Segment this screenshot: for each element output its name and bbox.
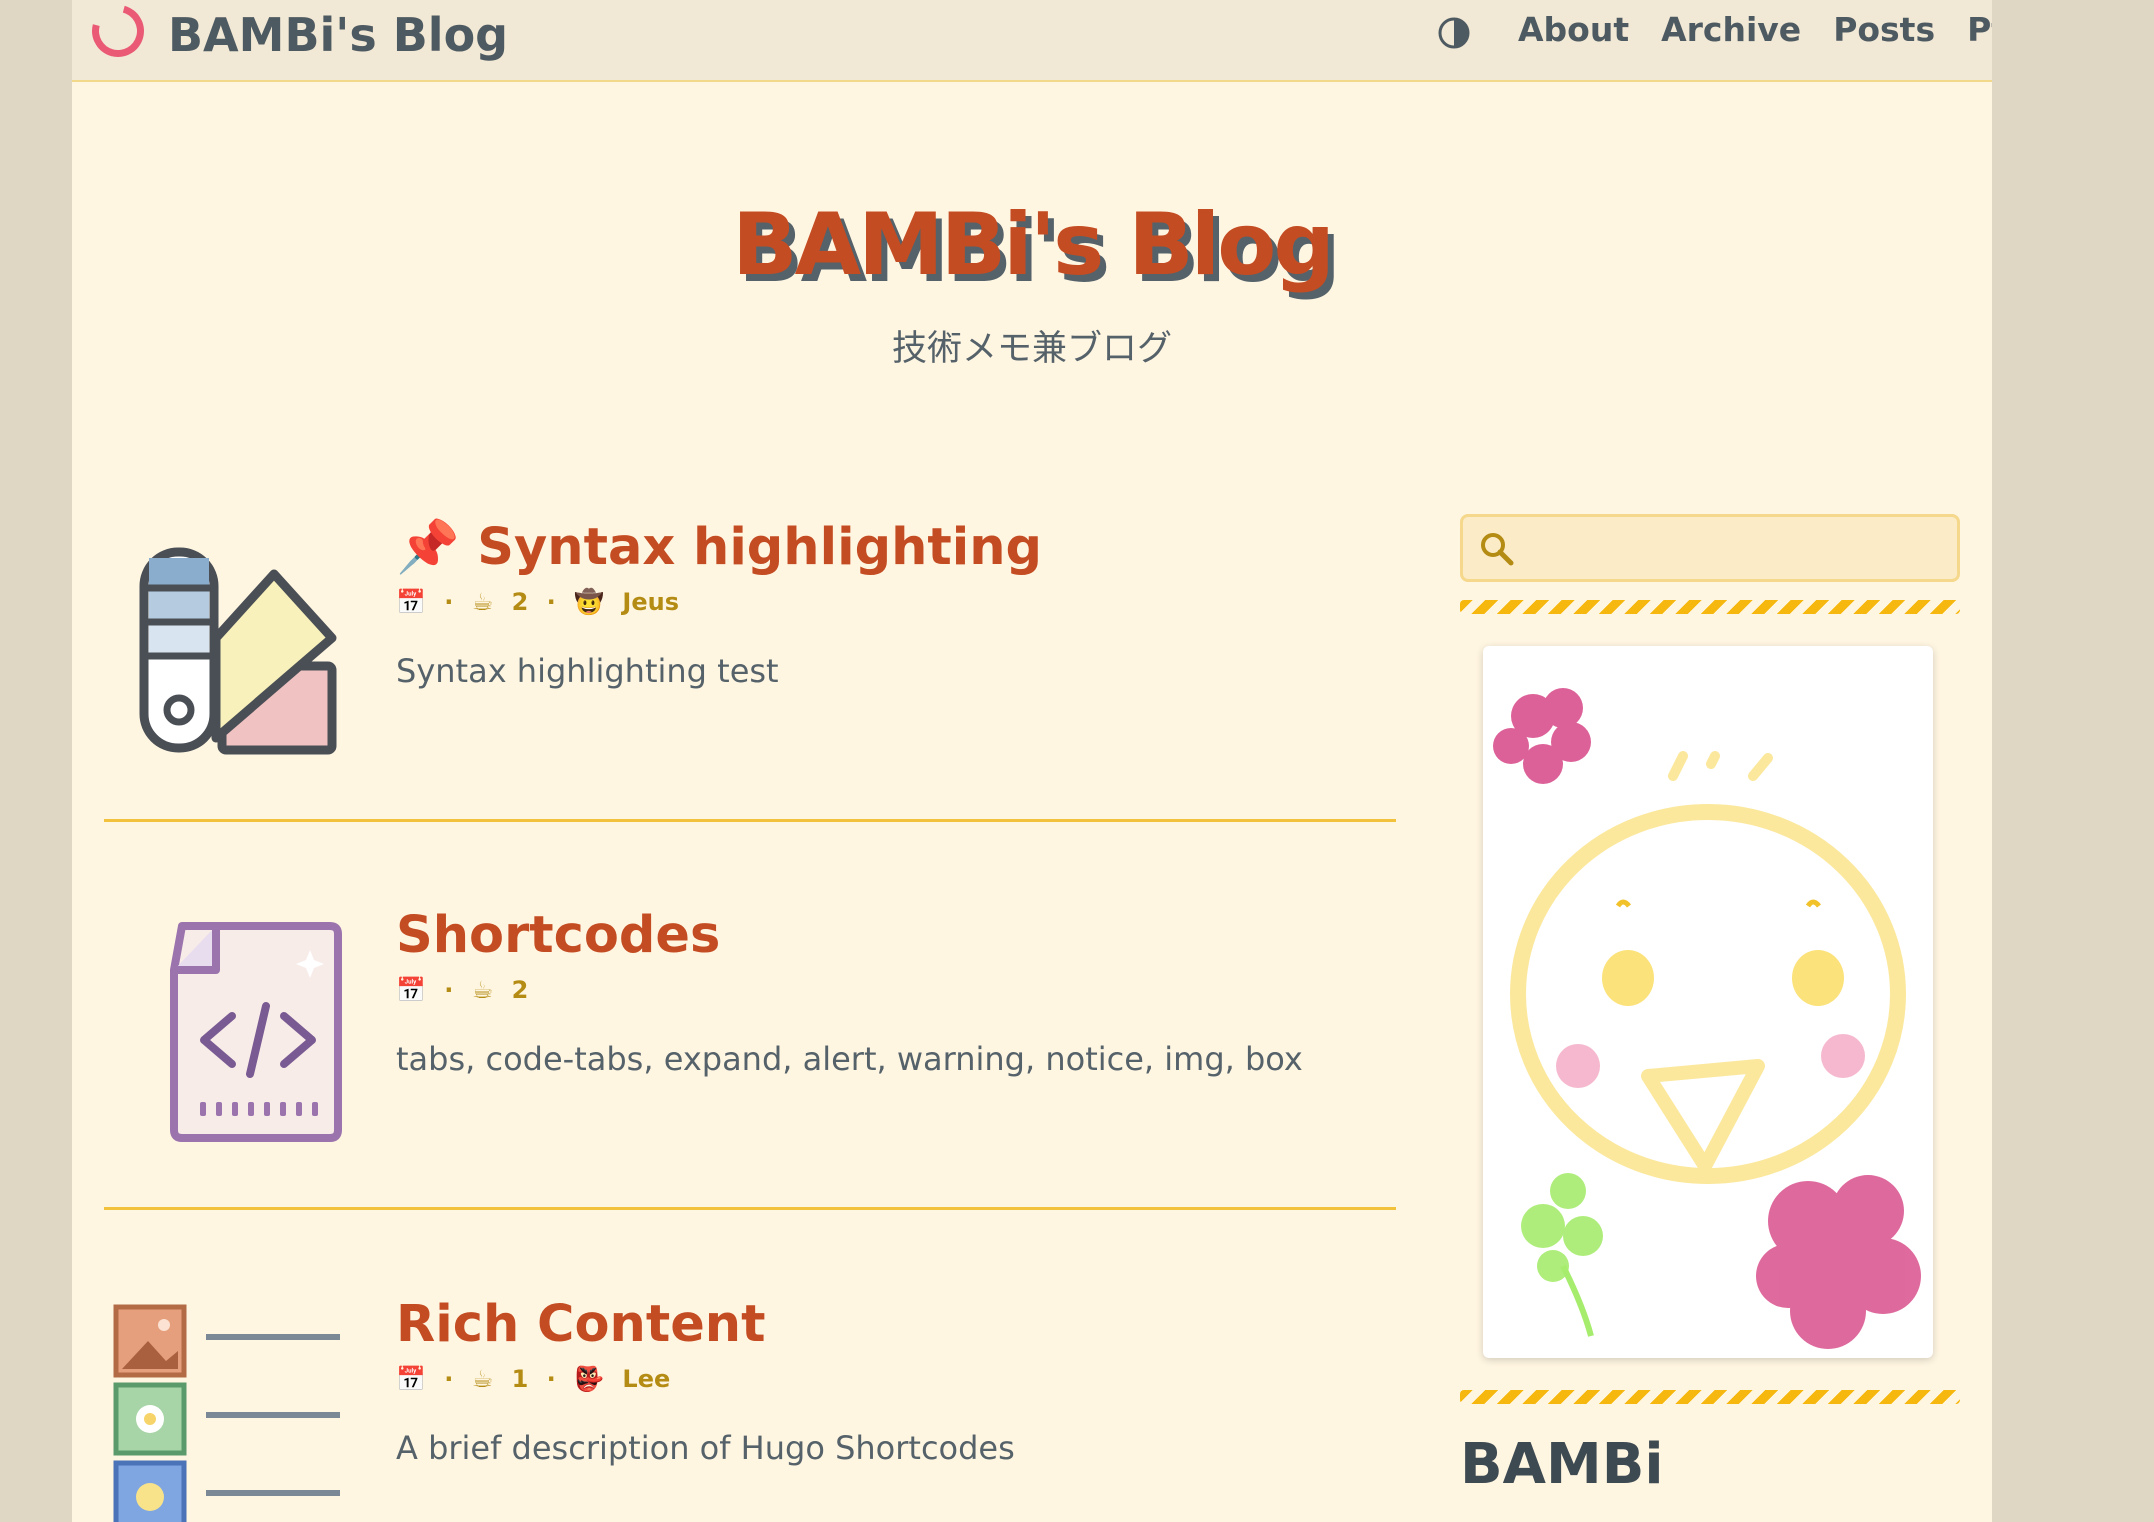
post-card: 📌 Syntax highlighting 📅 · ☕ 2 · 🤠 Jeus S… [104, 518, 1396, 818]
read-count: 2 [511, 588, 529, 616]
post-summary: A brief description of Hugo Shortcodes [396, 1429, 1015, 1467]
color-swatch-icon[interactable] [104, 518, 364, 778]
nav-archive[interactable]: Archive [1661, 10, 1801, 49]
post-title-text: Syntax highlighting [477, 518, 1043, 577]
meta-separator: · [444, 1365, 454, 1393]
author-link[interactable]: Jeus [622, 588, 679, 616]
post-divider [104, 819, 1396, 822]
meta-separator: · [546, 1365, 556, 1393]
search-icon [1481, 533, 1514, 566]
calendar-icon: 📅 [396, 976, 426, 1004]
author-icon: 👺 [574, 1365, 605, 1393]
main-nav: About Archive Posts Pt [1518, 10, 1992, 49]
hero-subtitle: 技術メモ兼ブログ [891, 329, 1172, 369]
image-gallery-icon[interactable] [104, 1295, 364, 1522]
read-count: 1 [511, 1365, 529, 1393]
meta-separator: · [444, 588, 454, 616]
code-file-icon[interactable] [104, 906, 364, 1166]
author-avatar [1483, 646, 1933, 1358]
hero-title: BAMBi's Blog [732, 195, 1335, 295]
post-meta: 📅 · ☕ 2 [396, 976, 538, 1004]
post-card: Rich Content 📅 · ☕ 1 · 👺 Lee A brief des… [104, 1295, 1396, 1522]
coffee-icon: ☕ [471, 976, 494, 1004]
stripe-divider [1460, 1390, 1960, 1404]
nav-pt[interactable]: Pt [1967, 10, 1992, 49]
coffee-icon: ☕ [471, 1365, 494, 1393]
meta-separator: · [546, 588, 556, 616]
author-name: BAMBi [1460, 1432, 1664, 1497]
site-name-link[interactable]: BAMBi's Blog [168, 8, 508, 62]
author-link[interactable]: Lee [622, 1365, 670, 1393]
calendar-icon: 📅 [396, 1365, 426, 1393]
calendar-icon: 📅 [396, 588, 426, 616]
post-summary: Syntax highlighting test [396, 652, 779, 690]
chick-drawing-avatar [1493, 688, 1921, 1349]
post-meta: 📅 · ☕ 1 · 👺 Lee [396, 1365, 680, 1393]
read-count: 2 [511, 976, 529, 1004]
stripe-divider [1460, 600, 1960, 614]
top-navbar: BAMBi's Blog About Archive Posts Pt [72, 0, 1992, 82]
search-box [1460, 514, 1960, 582]
post-summary: tabs, code-tabs, expand, alert, warning,… [396, 1040, 1303, 1078]
post-title-link[interactable]: Shortcodes [396, 906, 720, 965]
page: BAMBi's Blog About Archive Posts Pt BAMB… [72, 0, 1992, 1522]
logo-icon[interactable] [82, 0, 154, 67]
nav-about[interactable]: About [1518, 10, 1629, 49]
post-title-link[interactable]: 📌 Syntax highlighting [396, 518, 1042, 577]
post-card: Shortcodes 📅 · ☕ 2 tabs, code-tabs, expa… [104, 906, 1396, 1206]
contrast-icon[interactable] [1437, 16, 1471, 50]
coffee-icon: ☕ [471, 588, 494, 616]
meta-separator: · [444, 976, 454, 1004]
search-input[interactable] [1527, 523, 1951, 577]
post-meta: 📅 · ☕ 2 · 🤠 Jeus [396, 588, 689, 616]
nav-posts[interactable]: Posts [1833, 10, 1935, 49]
author-icon: 🤠 [574, 588, 605, 616]
post-title-link[interactable]: Rich Content [396, 1295, 765, 1354]
post-divider [104, 1207, 1396, 1210]
pin-icon: 📌 [396, 518, 460, 577]
